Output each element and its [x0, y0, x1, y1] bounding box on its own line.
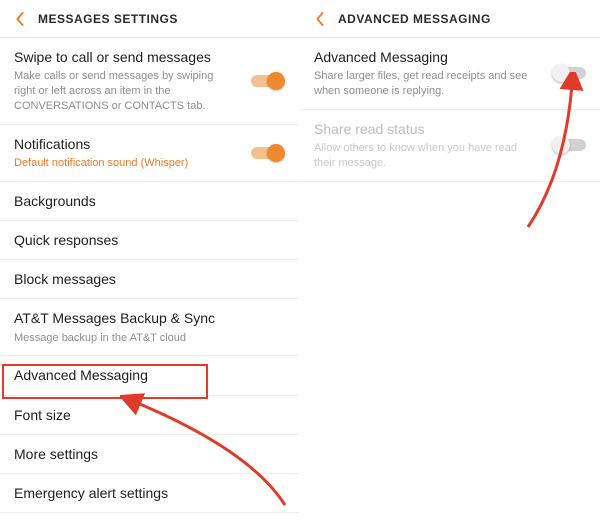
row-title: Advanced Messaging: [314, 48, 536, 66]
row-quick-responses[interactable]: Quick responses: [0, 221, 299, 260]
row-title: Emergency alert settings: [14, 484, 285, 502]
panel-messages-settings: MESSAGES SETTINGS Swipe to call or send …: [0, 0, 300, 524]
row-title: Notifications: [14, 135, 235, 153]
row-sub: Default notification sound (Whisper): [14, 156, 235, 171]
row-sub: Make calls or send messages by swiping r…: [14, 69, 235, 114]
back-icon[interactable]: [12, 11, 28, 27]
row-title: Font size: [14, 406, 285, 424]
root: MESSAGES SETTINGS Swipe to call or send …: [0, 0, 600, 524]
row-title: More settings: [14, 445, 285, 463]
row-more-settings[interactable]: More settings: [0, 435, 299, 474]
row-share-read-status: Share read status Allow others to know w…: [300, 110, 600, 182]
row-font-size[interactable]: Font size: [0, 396, 299, 435]
panel-advanced-messaging: ADVANCED MESSAGING Advanced Messaging Sh…: [300, 0, 600, 524]
advanced-list: Advanced Messaging Share larger files, g…: [300, 38, 600, 182]
row-notifications[interactable]: Notifications Default notification sound…: [0, 125, 299, 182]
header-title-right: ADVANCED MESSAGING: [338, 12, 491, 26]
toggle-notifications[interactable]: [251, 144, 285, 162]
row-advanced-messaging[interactable]: Advanced Messaging: [0, 356, 299, 395]
header-title-left: MESSAGES SETTINGS: [38, 12, 178, 26]
row-swipe-to-call[interactable]: Swipe to call or send messages Make call…: [0, 38, 299, 125]
row-emergency-alert-settings[interactable]: Emergency alert settings: [0, 474, 299, 513]
row-backgrounds[interactable]: Backgrounds: [0, 182, 299, 221]
toggle-adv-messaging[interactable]: [552, 64, 586, 82]
row-title: Swipe to call or send messages: [14, 48, 235, 66]
header-right: ADVANCED MESSAGING: [300, 0, 600, 38]
row-sub: Share larger files, get read receipts an…: [314, 69, 536, 99]
header-left: MESSAGES SETTINGS: [0, 0, 299, 38]
toggle-share-read-status: [552, 136, 586, 154]
row-title: Backgrounds: [14, 192, 285, 210]
row-att-backup-sync[interactable]: AT&T Messages Backup & Sync Message back…: [0, 299, 299, 356]
row-block-messages[interactable]: Block messages: [0, 260, 299, 299]
row-title: Advanced Messaging: [14, 366, 285, 384]
row-sub: Allow others to know when you have read …: [314, 141, 536, 171]
row-title: AT&T Messages Backup & Sync: [14, 309, 285, 327]
toggle-swipe-to-call[interactable]: [251, 72, 285, 90]
row-title: Quick responses: [14, 231, 285, 249]
back-icon[interactable]: [312, 11, 328, 27]
row-sub: Message backup in the AT&T cloud: [14, 331, 285, 346]
settings-list: Swipe to call or send messages Make call…: [0, 38, 299, 513]
row-title: Share read status: [314, 120, 536, 138]
row-title: Block messages: [14, 270, 285, 288]
row-adv-messaging[interactable]: Advanced Messaging Share larger files, g…: [300, 38, 600, 110]
